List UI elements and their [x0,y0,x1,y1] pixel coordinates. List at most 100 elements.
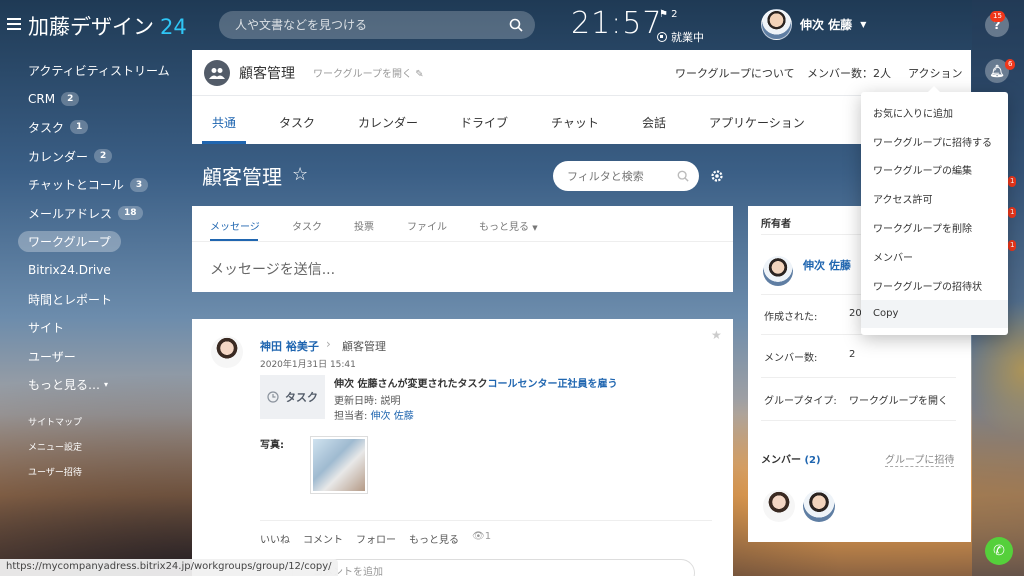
filter-input[interactable] [553,161,663,191]
tab-tasks[interactable]: タスク [279,114,315,131]
post-author[interactable]: 神田 裕美子 [260,338,319,354]
user-avatar [761,9,792,40]
member-avatar[interactable] [763,490,795,522]
author-avatar[interactable] [211,336,243,368]
post-date[interactable]: 2020年1月31日 15:41 [260,357,356,370]
comment-input[interactable]: コメントを追加 [292,559,695,576]
owner-heading: 所有者 [761,219,791,230]
task-change-text: 伸次 佐藤さんが変更されたタスクコールセンター正社員を雇う [334,379,618,390]
menu-item-drive[interactable]: Bitrix24.Drive [0,256,190,285]
tab-common[interactable]: 共通 [212,114,236,131]
user-menu[interactable]: 伸次 佐藤 ▼ [761,9,866,40]
assignee-link[interactable]: 伸次 佐藤 [371,411,414,422]
workgroup-header: 顧客管理 ワークグループを開く ✎ ワークグループについて メンバー数：2人 ア… [192,50,971,96]
flag-counter[interactable]: ⚑ 2 [659,9,678,20]
more-button[interactable]: もっと見る [409,531,459,546]
member-count-value: 2 [849,349,856,360]
members-heading: メンバー (2) [761,455,821,466]
tab-calendar[interactable]: カレンダー [358,114,418,131]
menu-item-activity-stream[interactable]: アクティビティストリーム [0,56,190,85]
menu-item-calendar[interactable]: カレンダー 2 [0,142,190,171]
menu-item-tasks[interactable]: タスク 1 [0,113,190,142]
workgroup-tabs: 共通 タスク カレンダー ドライブ チャット 会話 アプリケーション [192,96,971,144]
menu-item-more[interactable]: もっと見る… ▾ [0,371,190,400]
menu-add-favorite[interactable]: お気に入りに追加 [861,98,1008,127]
star-icon[interactable]: ☆ [292,164,308,185]
created-value: 20 [849,308,862,319]
link-sitemap[interactable]: サイトマップ [0,409,190,434]
feed-post: 神田 裕美子 › 顧客管理 2020年1月31日 15:41 ★ タスク 伸次 … [192,319,733,576]
divider [260,520,712,521]
menu-item-sites[interactable]: サイト [0,313,190,342]
counter-badge: 1 [70,120,89,135]
task-updated-text: 更新日時: 説明 [334,396,401,407]
rail-badge: 1 [1008,207,1017,218]
menu-item-time-reports[interactable]: 時間とレポート [0,285,190,314]
page-title: 顧客管理 [202,165,282,189]
clock[interactable]: 21:57 [571,6,662,41]
like-button[interactable]: いいね [260,531,290,546]
menu-icon[interactable] [7,18,21,30]
divider [192,241,733,242]
composer-tab-file[interactable]: ファイル [407,218,447,233]
photo-thumbnail[interactable] [310,436,368,494]
menu-access-permissions[interactable]: アクセス許可 [861,184,1008,213]
tab-chat[interactable]: チャット [551,114,599,131]
star-icon[interactable]: ★ [711,328,722,342]
post-destination[interactable]: 顧客管理 [342,338,386,354]
help-badge: 15 [990,11,1005,22]
logo[interactable]: 加藤デザイン 24 [28,11,187,41]
about-workgroup-link[interactable]: ワークグループについて [675,65,795,81]
menu-item-workgroups[interactable]: ワークグループ [0,228,190,257]
owner-avatar[interactable] [763,256,793,286]
clock-icon [267,391,279,403]
comment-button[interactable]: コメント [303,531,343,546]
composer-tab-more[interactable]: もっと見る ▼ [479,218,538,233]
menu-item-chat[interactable]: チャットとコール 3 [0,170,190,199]
search-icon[interactable] [677,170,689,182]
link-menu-settings[interactable]: メニュー設定 [0,434,190,459]
menu-copy[interactable]: Copy [861,299,1008,329]
feed-composer: メッセージ タスク 投票 ファイル もっと見る ▼ メッセージを送信... [192,206,733,292]
menu-edit-workgroup[interactable]: ワークグループの編集 [861,156,1008,185]
rail-badge: 1 [1008,240,1017,251]
tab-conversation[interactable]: 会話 [642,114,666,131]
menu-invite-workgroup[interactable]: ワークグループに招待する [861,127,1008,156]
link-invite-users[interactable]: ユーザー招待 [0,459,190,484]
filter-search [553,161,699,191]
tab-applications[interactable]: アプリケーション [709,114,805,131]
composer-tab-poll[interactable]: 投票 [354,218,374,233]
search-icon[interactable] [509,18,523,32]
workgroup-title: 顧客管理 [239,66,295,82]
notifications-badge: 6 [1005,59,1016,70]
menu-item-mail[interactable]: メールアドレス 18 [0,199,190,228]
owner-name[interactable]: 伸次 佐藤 [803,257,851,273]
tab-drive[interactable]: ドライブ [460,114,508,131]
chevron-down-icon: ▼ [860,20,867,29]
follow-button[interactable]: フォロー [356,531,396,546]
members-link[interactable]: メンバー数：2人 [807,65,891,81]
user-name: 伸次 佐藤 [800,18,853,32]
menu-item-users[interactable]: ユーザー [0,342,190,371]
active-tab-indicator [202,141,246,144]
counter-badge: 2 [94,149,113,164]
menu-invitations[interactable]: ワークグループの招待状 [861,271,1008,300]
menu-members[interactable]: メンバー [861,242,1008,271]
task-link[interactable]: コールセンター正社員を雇う [487,379,617,390]
message-input[interactable]: メッセージを送信... [210,259,335,279]
composer-tab-message[interactable]: メッセージ [210,218,260,233]
work-status[interactable]: 就業中 [657,29,704,45]
composer-tab-task[interactable]: タスク [292,218,322,233]
gear-icon[interactable] [710,169,724,183]
counter-badge: 2 [61,91,80,106]
invite-to-group-link[interactable]: グループに招待 [885,451,955,467]
open-workgroup-link[interactable]: ワークグループを開く ✎ [313,65,424,80]
member-avatar[interactable] [803,490,835,522]
menu-item-crm[interactable]: CRM 2 [0,85,190,114]
chevron-down-icon: ▾ [104,380,109,390]
rail-badge: 1 [1008,176,1017,187]
phone-button[interactable]: ✆ [985,537,1013,565]
menu-delete-workgroup[interactable]: ワークグループを削除 [861,213,1008,242]
search-input[interactable] [219,11,489,39]
action-button[interactable]: アクション [908,65,962,81]
